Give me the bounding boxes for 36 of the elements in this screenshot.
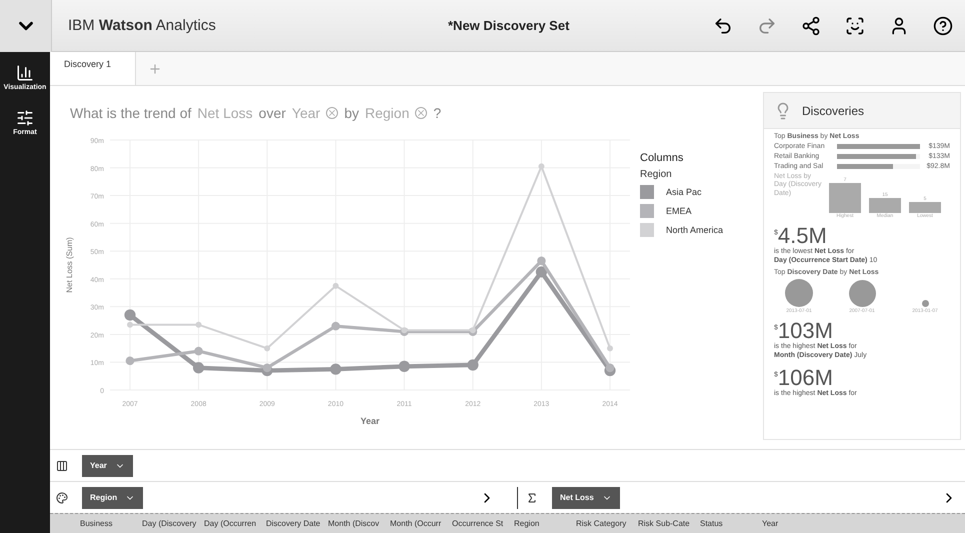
pill-label: Net Loss [560,493,594,502]
legend-label: North America [666,225,724,235]
field-item[interactable]: Day (Discovery [142,519,204,528]
y-axis-title: Net Loss (Sum) [65,237,74,293]
field-item[interactable]: Risk Sub-Cate [638,519,700,528]
question-text: by [344,105,359,121]
field-item[interactable]: Month (Discov [328,519,390,528]
legend-label: EMEA [666,206,692,216]
field-pill[interactable]: Year [82,454,133,476]
pill-label: Year [90,461,107,470]
app-name: IBM Watson Analytics [68,17,217,34]
field-item[interactable]: Discovery Date [266,519,328,528]
question-text: ? [433,105,442,121]
stat-value: $^{$}$4.5M [774,225,828,247]
legend-subtitle: Region [640,169,673,180]
panel-title: Discoveries [802,104,864,118]
field-pill[interactable]: Net Loss [552,486,620,508]
field-item[interactable]: Month (Occurr [390,519,452,528]
field-item[interactable]: Status [700,519,762,528]
tab[interactable]: Discovery 1 [50,52,136,85]
field-item[interactable]: Year [762,519,824,528]
legend-title: Columns [640,152,684,164]
pill-label: Region [90,493,118,502]
field-item[interactable]: Region [514,519,576,528]
question-text: What is the trend of [70,105,192,121]
field-pill[interactable]: Region [82,486,144,508]
x-axis-title: Year [360,416,380,426]
field-item[interactable]: Occurrence St [452,519,514,528]
field-item[interactable]: Business [80,519,142,528]
field-item[interactable]: Day (Occurren [204,519,266,528]
stat-value: $^{$}$106M [774,366,834,389]
field-item[interactable]: Risk Category [576,519,638,528]
legend-label: Asia Pac [666,187,702,197]
question-text: over [258,105,286,121]
stat-value: $^{$}$103M [774,320,834,342]
window-title: *New Discovery Set [448,18,570,33]
